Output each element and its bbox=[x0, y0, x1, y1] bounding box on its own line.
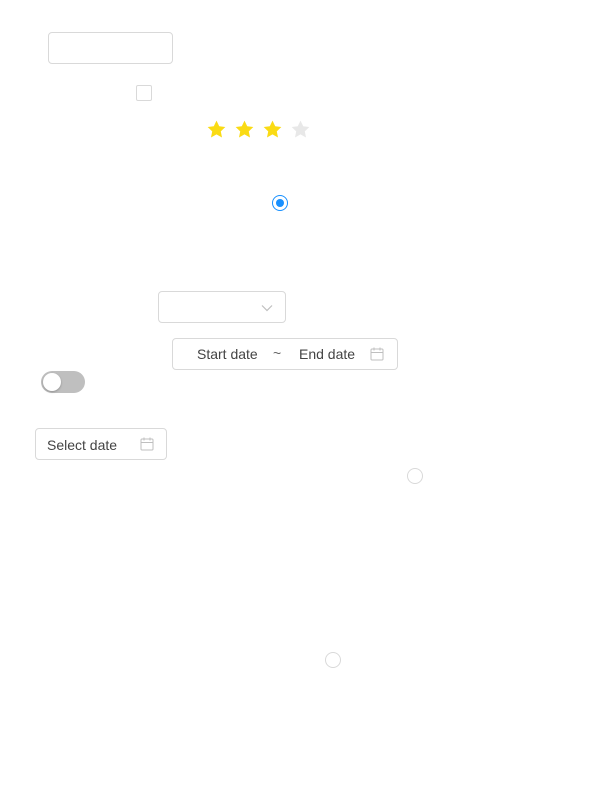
star-icon[interactable] bbox=[202, 116, 230, 142]
star-icon[interactable] bbox=[258, 116, 286, 142]
star-icon[interactable] bbox=[230, 116, 258, 142]
range-separator: ~ bbox=[273, 345, 282, 361]
radio-button[interactable] bbox=[325, 652, 341, 668]
date-range-picker[interactable]: Start date ~ End date bbox=[172, 338, 398, 370]
radio-dot bbox=[276, 199, 284, 207]
start-date-input[interactable]: Start date bbox=[197, 346, 258, 362]
calendar-icon bbox=[370, 347, 384, 361]
date-picker[interactable]: Select date bbox=[35, 428, 167, 460]
text-input[interactable] bbox=[48, 32, 173, 64]
star-rating[interactable] bbox=[202, 116, 314, 142]
end-date-input[interactable]: End date bbox=[299, 346, 355, 362]
chevron-down-icon bbox=[261, 305, 273, 312]
toggle-switch[interactable] bbox=[41, 371, 85, 393]
switch-knob bbox=[43, 373, 61, 391]
calendar-icon bbox=[140, 437, 154, 451]
radio-button-selected[interactable] bbox=[272, 195, 288, 211]
select-dropdown[interactable] bbox=[158, 291, 286, 323]
date-picker-placeholder: Select date bbox=[47, 437, 118, 453]
checkbox[interactable] bbox=[136, 85, 152, 101]
star-icon[interactable] bbox=[286, 116, 314, 142]
radio-button[interactable] bbox=[407, 468, 423, 484]
